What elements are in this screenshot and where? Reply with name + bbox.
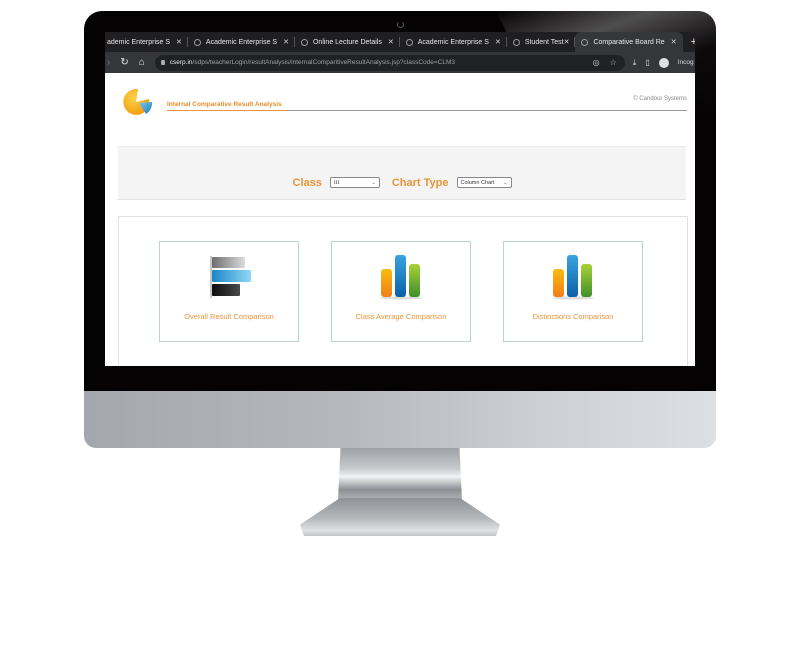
close-icon[interactable]: ✕ [564,38,570,46]
tab-academic-enterprise-3[interactable]: Academic Enterprise S ✕ [400,32,507,52]
class-average-comparison-card[interactable]: Class Average Comparison [331,241,471,342]
sidebar-icon[interactable]: ▯ [645,58,649,67]
tab-student-test[interactable]: Student Test ✕ [507,32,576,52]
new-tab-button[interactable]: + [691,36,695,48]
monitor-chin [84,391,716,448]
close-icon[interactable]: ✕ [671,38,677,46]
globe-icon [193,38,201,46]
incognito-avatar-icon[interactable] [658,57,669,68]
globe-icon [405,38,413,46]
url-input[interactable]: cserp.in /sdps/teacherLogin/resultAnalys… [154,54,625,71]
card-label: Overall Result Comparison [184,312,274,321]
browser-window: ademic Enterprise S ✕ Academic Enterpris… [105,32,695,366]
horizontal-bar-chart-icon [210,256,251,298]
tab-comparative-board[interactable]: Comparative Board Re ✕ [575,32,683,52]
chart-type-label: Chart Type [391,176,449,189]
chart-type-select[interactable]: Column Chart ⌄ [456,177,512,188]
tab-label: Comparative Board Re [593,38,665,46]
close-icon[interactable]: ✕ [283,38,289,46]
class-select[interactable]: III ⌄ [329,177,380,188]
tab-online-lecture-details[interactable]: Online Lecture Details ✕ [295,32,400,52]
card-label: Class Average Comparison [355,312,447,321]
camera-icon [397,21,404,28]
monitor-stand [338,448,462,500]
back-icon[interactable]: › [107,57,110,68]
profile-label: Incog [677,59,694,66]
tab-academic-enterprise-2[interactable]: Academic Enterprise S ✕ [188,32,296,52]
reload-icon[interactable]: ↻ [120,57,128,68]
header-accent-line [167,110,287,111]
page-title: Internal Comparative Result Analysis [167,101,282,108]
class-label: Class [292,176,322,189]
tab-label: Online Lecture Details [312,38,382,46]
lock-icon [160,60,165,65]
overall-result-comparison-card[interactable]: Overall Result Comparison [159,241,299,342]
toolbar-strip [118,146,686,167]
close-icon[interactable]: ✕ [176,38,182,46]
home-icon[interactable]: ⌂ [139,57,145,68]
page-content: Internal Comparative Result Analysis © C… [105,73,695,366]
column-chart-icon [380,255,422,300]
pie-chart-logo-icon [123,88,153,115]
tab-academic-enterprise-1[interactable]: ademic Enterprise S ✕ [105,32,188,52]
tab-label: Student Test [524,38,564,46]
download-icon[interactable]: ⤓ [633,58,637,68]
tab-label: Academic Enterprise S [205,38,278,46]
card-label: Distinctions Comparison [532,312,614,321]
tab-label: Academic Enterprise S [417,38,489,46]
chevron-down-icon: ⌄ [503,179,508,186]
chevron-down-icon: ⌄ [371,180,376,186]
tab-label: ademic Enterprise S [107,38,171,46]
eye-off-icon[interactable]: ◎ [593,58,600,67]
filter-bar: Class III ⌄ Chart Type Column Chart ⌄ [118,166,686,200]
report-options-panel: Overall Result Comparison Class Average … [118,216,688,366]
star-icon[interactable]: ☆ [610,58,617,67]
close-icon[interactable]: ✕ [495,38,501,46]
globe-icon [581,38,589,46]
copyright-text: © Candour Systems [633,96,687,102]
column-chart-icon [552,255,594,300]
url-host: cserp.in [169,59,193,66]
tab-bar: ademic Enterprise S ✕ Academic Enterpris… [105,32,695,52]
address-bar: › ↻ ⌂ cserp.in /sdps/teacherLogin/result… [105,52,695,73]
chart-type-select-value: Column Chart [460,179,495,186]
close-icon[interactable]: ✕ [388,38,394,46]
url-path: /sdps/teacherLogin/resultAnalysis/intern… [192,59,456,66]
class-select-value: III [333,179,340,186]
globe-icon [300,38,308,46]
monitor-base [300,498,500,536]
globe-icon [512,38,520,46]
distinctions-comparison-card[interactable]: Distinctions Comparison [503,241,643,342]
